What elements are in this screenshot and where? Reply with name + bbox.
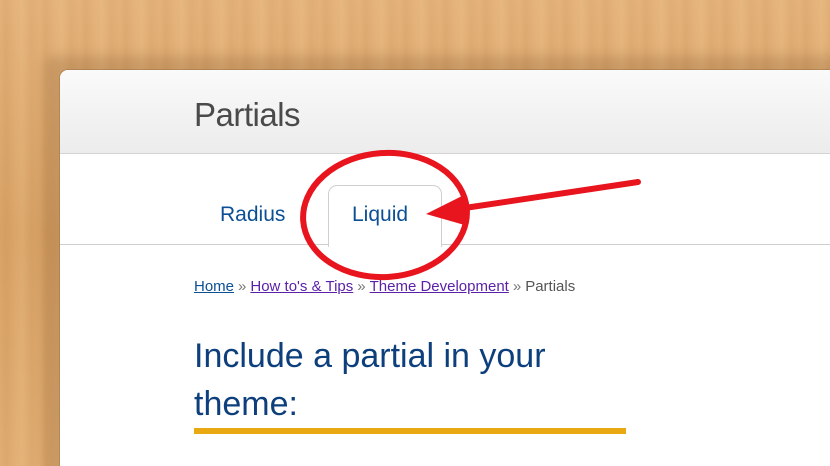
- tab-liquid[interactable]: Liquid: [352, 203, 408, 227]
- breadcrumb-separator: »: [357, 278, 366, 295]
- breadcrumb: Home» How to's & Tips» Theme Development» P…: [194, 278, 575, 295]
- page-title: Partials: [194, 96, 301, 133]
- tab-radius[interactable]: Radius: [220, 203, 285, 227]
- breadcrumb-theme-development-link[interactable]: Theme Development: [370, 278, 509, 295]
- breadcrumb-home-link[interactable]: Home: [194, 278, 234, 295]
- breadcrumb-separator: »: [238, 278, 247, 295]
- heading-underline: [194, 428, 626, 434]
- tabs-bar: [60, 154, 830, 245]
- breadcrumb-current: Partials: [525, 278, 576, 295]
- breadcrumb-separator: »: [512, 278, 522, 295]
- breadcrumb-howtos-link[interactable]: How to's & Tips: [250, 278, 353, 295]
- content-heading: Include a partial in your theme:: [194, 337, 546, 423]
- app-window: Partials Radius Liquid Home» How to's & T…: [60, 70, 830, 466]
- page-header: Partials: [60, 70, 830, 154]
